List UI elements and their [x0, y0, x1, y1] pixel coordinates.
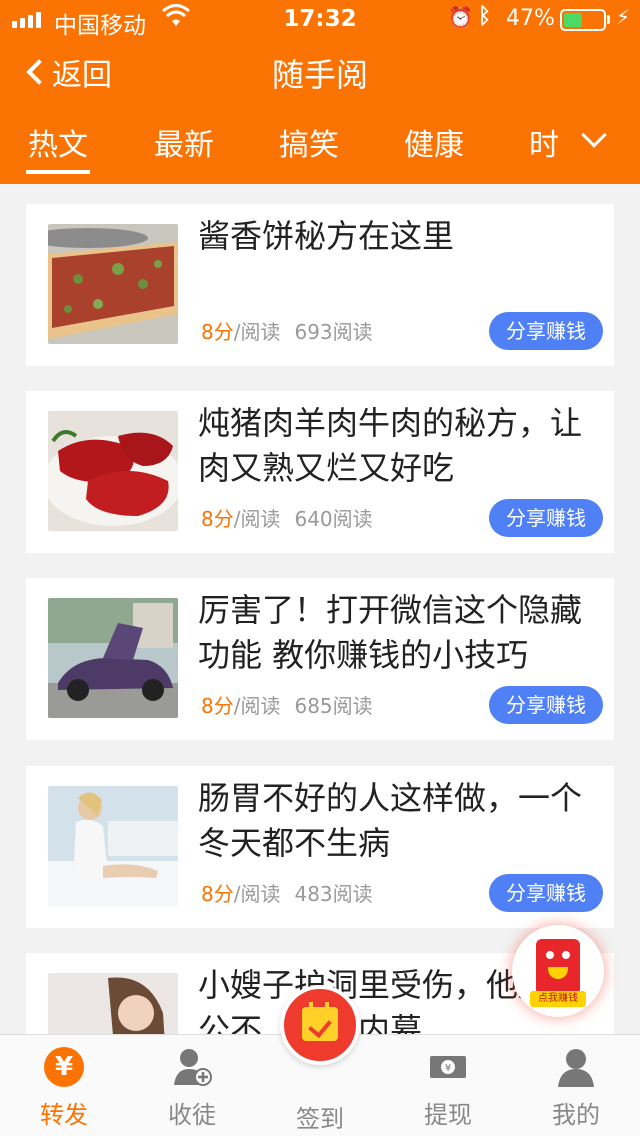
add-user-icon — [172, 1047, 212, 1087]
red-packet-button[interactable]: 点我赚钱 — [512, 925, 604, 1017]
article-card[interactable]: 肠胃不好的人这样做，一个冬天都不生病 8分/阅读 483阅读 分享赚钱 — [26, 766, 614, 928]
per-read: /阅读 — [233, 882, 281, 906]
yen-icon: ¥ — [44, 1047, 84, 1087]
read-count: 483阅读 — [294, 882, 373, 906]
charging-icon: ⚡ — [616, 5, 631, 29]
battery-percent: 47% — [506, 6, 555, 31]
tab-mine[interactable]: 我的 — [512, 1035, 640, 1136]
status-bar: 中国移动 17:32 ⏰ ᛒ 47% ⚡ — [0, 0, 640, 40]
article-title[interactable]: 炖猪肉羊肉牛肉的秘方，让肉又熟又烂又好吃 — [198, 401, 598, 491]
profile-icon — [556, 1047, 596, 1087]
share-earn-button[interactable]: 分享赚钱 — [489, 874, 603, 912]
article-card[interactable]: 炖猪肉羊肉牛肉的秘方，让肉又熟又烂又好吃 8分/阅读 640阅读 分享赚钱 — [26, 391, 614, 553]
article-meta: 8分/阅读 640阅读 — [201, 503, 373, 532]
tab-label: 转发 — [40, 1101, 88, 1129]
checkin-button[interactable] — [280, 985, 360, 1065]
red-packet-icon — [536, 939, 580, 995]
per-read: /阅读 — [233, 507, 281, 531]
article-meta: 8分/阅读 693阅读 — [201, 316, 373, 345]
tab-hot[interactable]: 热文 — [26, 120, 90, 174]
read-count: 693阅读 — [294, 320, 373, 344]
score: 8分 — [201, 694, 234, 718]
article-card[interactable]: 厉害了！打开微信这个隐藏功能 教你赚钱的小技巧 8分/阅读 685阅读 分享赚钱 — [26, 578, 614, 740]
tab-apprentice[interactable]: 收徒 — [128, 1035, 256, 1136]
pizza-image — [48, 224, 178, 344]
tab-label: 我的 — [552, 1101, 600, 1129]
raw-beef-image — [48, 411, 178, 531]
calendar-check-icon — [302, 1002, 338, 1041]
article-title[interactable]: 厉害了！打开微信这个隐藏功能 教你赚钱的小技巧 — [198, 588, 598, 678]
woman-on-bed-image — [48, 786, 178, 906]
svg-text:¥: ¥ — [445, 1063, 451, 1074]
article-meta: 8分/阅读 483阅读 — [201, 878, 373, 907]
tab-latest[interactable]: 最新 — [154, 120, 214, 164]
category-tabs: 热文 最新 搞笑 健康 时 — [0, 120, 640, 176]
money-icon: ¥ — [428, 1047, 468, 1087]
bluetooth-icon: ᛒ — [478, 4, 492, 29]
article-list: 酱香饼秘方在这里 8分/阅读 693阅读 分享赚钱 炖猪肉羊肉牛肉的秘方，让肉又熟… — [0, 184, 640, 1034]
share-earn-button[interactable]: 分享赚钱 — [489, 686, 603, 724]
battery-icon — [560, 9, 606, 31]
per-read: /阅读 — [233, 320, 281, 344]
read-count: 685阅读 — [294, 694, 373, 718]
share-earn-button[interactable]: 分享赚钱 — [489, 499, 603, 537]
tab-health[interactable]: 健康 — [404, 120, 464, 164]
tab-label: 收徒 — [168, 1101, 216, 1129]
app-header: 中国移动 17:32 ⏰ ᛒ 47% ⚡ 返回 随手阅 热文 最新 搞笑 健康 … — [0, 0, 640, 184]
tab-forward[interactable]: ¥ 转发 — [0, 1035, 128, 1136]
chevron-down-icon[interactable] — [581, 122, 607, 148]
article-title[interactable]: 酱香饼秘方在这里 — [198, 214, 598, 259]
score: 8分 — [201, 507, 234, 531]
tab-funny[interactable]: 搞笑 — [279, 120, 339, 164]
share-earn-button[interactable]: 分享赚钱 — [489, 312, 603, 350]
sports-car-image — [48, 598, 178, 718]
alarm-icon: ⏰ — [448, 5, 473, 29]
tab-time[interactable]: 时 — [529, 120, 559, 164]
battery-tip — [607, 15, 610, 24]
tab-label: 签到 — [296, 1105, 344, 1133]
article-meta: 8分/阅读 685阅读 — [201, 690, 373, 719]
score: 8分 — [201, 320, 234, 344]
score: 8分 — [201, 882, 234, 906]
tab-label: 提现 — [424, 1101, 472, 1129]
woman-portrait-image — [48, 973, 178, 1034]
per-read: /阅读 — [233, 694, 281, 718]
red-packet-label: 点我赚钱 — [530, 991, 586, 1007]
page-title: 随手阅 — [271, 56, 368, 94]
article-card[interactable]: 酱香饼秘方在这里 8分/阅读 693阅读 分享赚钱 — [26, 204, 614, 366]
read-count: 640阅读 — [294, 507, 373, 531]
article-title[interactable]: 肠胃不好的人这样做，一个冬天都不生病 — [198, 776, 598, 866]
tab-withdraw[interactable]: ¥ 提现 — [384, 1035, 512, 1136]
